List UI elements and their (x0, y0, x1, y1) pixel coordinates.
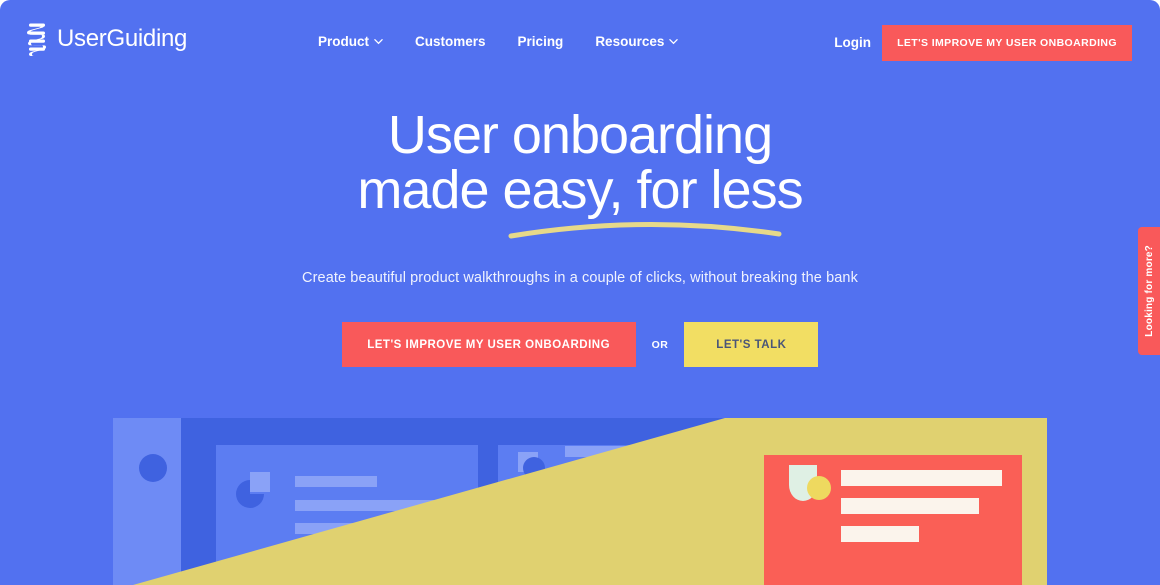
chevron-down-icon (669, 37, 679, 46)
side-tab-label: Looking for more? (1143, 245, 1155, 337)
nav-item-label: Resources (595, 34, 665, 49)
landing-page: UserGuiding Product Customers Pricing Re… (0, 0, 1160, 585)
nav-item-label: Product (318, 34, 370, 49)
nav-item-label: Pricing (517, 34, 564, 49)
headline-line-1: User onboarding (387, 105, 773, 165)
illus-sidebar-panel (113, 418, 181, 585)
chevron-down-icon (374, 37, 383, 46)
avatar-circle-icon (139, 454, 167, 482)
main-navigation: Product Customers Pricing Resources (318, 34, 679, 49)
hero-primary-cta-button[interactable]: LET'S IMPROVE MY USER ONBOARDING (341, 322, 636, 367)
illus-bar (841, 498, 979, 514)
underline-swoosh-icon (505, 212, 785, 244)
hero-subtitle: Create beautiful product walkthroughs in… (302, 270, 858, 286)
brand-logo[interactable]: UserGuiding (26, 22, 187, 56)
looking-for-more-tab[interactable]: Looking for more? (1138, 227, 1160, 355)
dashboard-mockup-illustration (113, 410, 1047, 585)
pie-chart-icon-square (250, 472, 270, 492)
login-link[interactable]: Login (834, 35, 871, 50)
userguiding-coil-logo-icon (26, 22, 48, 56)
nav-item-customers[interactable]: Customers (415, 34, 486, 49)
nav-item-product[interactable]: Product (318, 34, 383, 49)
illus-bar (295, 476, 377, 487)
nav-item-pricing[interactable]: Pricing (518, 34, 564, 49)
header-cta-button[interactable]: LET'S IMPROVE MY USER ONBOARDING (882, 25, 1132, 61)
nav-item-resources[interactable]: Resources (595, 34, 679, 49)
site-header: UserGuiding Product Customers Pricing Re… (0, 0, 1160, 85)
or-separator-label: OR (651, 338, 669, 351)
hero-secondary-cta-button[interactable]: LET'S TALK (684, 322, 819, 367)
shield-badge-dot-icon (807, 476, 831, 500)
nav-item-label: Customers (415, 34, 486, 49)
page-title: User onboarding made easy, for less (0, 105, 1160, 221)
illus-bar (841, 526, 919, 542)
illus-bar (841, 470, 1002, 486)
brand-name: UserGuiding (57, 25, 188, 52)
hero-cta-row: LET'S IMPROVE MY USER ONBOARDING OR LET'… (0, 322, 1160, 367)
headline-line-2: made easy, for less (357, 160, 803, 221)
